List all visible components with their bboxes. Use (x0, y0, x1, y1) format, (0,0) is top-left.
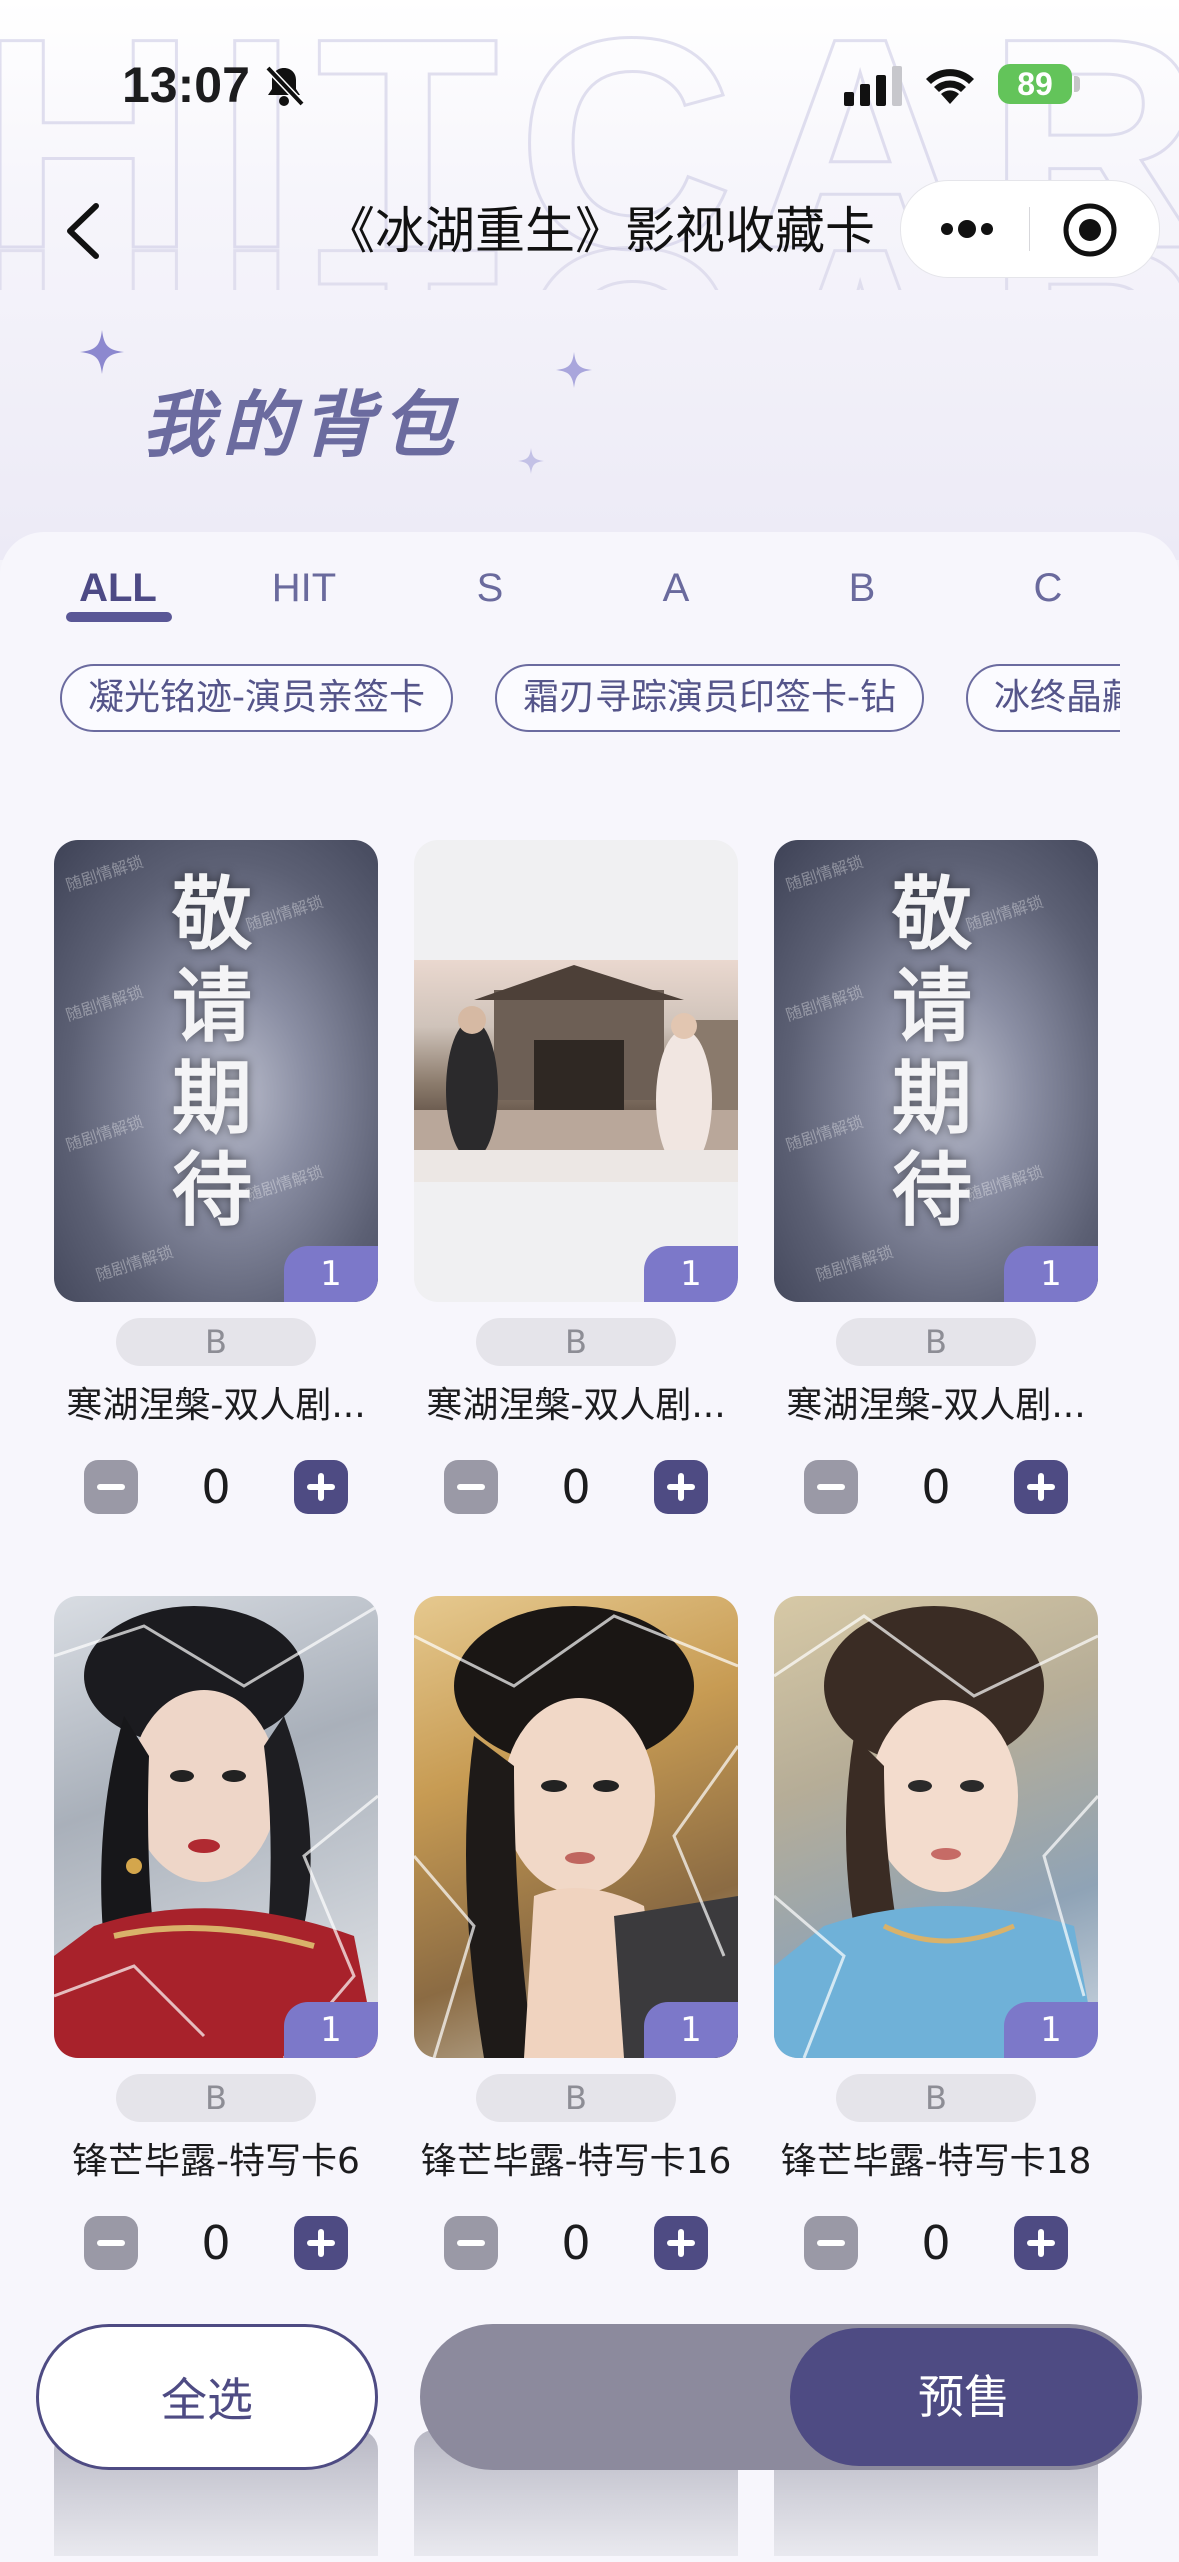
increase-button[interactable] (294, 2216, 348, 2270)
increase-button[interactable] (1014, 2216, 1068, 2270)
sparkle-icon (518, 448, 544, 474)
quantity-badge: 1 (644, 1246, 738, 1302)
tab-c[interactable]: C (978, 556, 1118, 620)
card-image-portrait[interactable]: 1 (414, 1596, 738, 2058)
mute-bell-icon (265, 65, 305, 107)
grade-badge: B (476, 1318, 676, 1366)
chip-series[interactable]: 冰终晶藏 (966, 664, 1120, 732)
page-title: 《冰湖重生》影视收藏卡 (325, 202, 875, 260)
tab-a[interactable]: A (606, 556, 746, 620)
poster-text: 敬请期待 (172, 867, 252, 1237)
battery-cap (1074, 76, 1080, 92)
presale-button[interactable]: 预售 (790, 2328, 1138, 2466)
close-target-icon[interactable] (1061, 201, 1119, 259)
back-arrow-icon[interactable] (60, 196, 110, 266)
card-name: 寒湖涅槃-双人剧... (66, 1385, 366, 1426)
chip-series[interactable]: 凝光铭迹-演员亲签卡 (60, 664, 453, 732)
select-all-button[interactable]: 全选 (36, 2324, 378, 2470)
battery-icon: 89 (998, 64, 1072, 104)
selected-count: 0 (561, 2216, 591, 2270)
decrease-button[interactable] (444, 2216, 498, 2270)
tab-s[interactable]: S (420, 556, 560, 620)
status-bar: 13:07 89 (0, 0, 1179, 170)
decrease-button[interactable] (804, 1460, 858, 1514)
selected-count: 0 (201, 1460, 231, 1514)
wifi-icon (926, 69, 974, 104)
decrease-button[interactable] (444, 1460, 498, 1514)
grade-badge: B (476, 2074, 676, 2122)
poster-text: 敬请期待 (892, 867, 972, 1237)
card-image-portrait[interactable]: 1 (774, 1596, 1098, 2058)
tab-b[interactable]: B (792, 556, 932, 620)
decrease-button[interactable] (84, 2216, 138, 2270)
grade-badge: B (836, 1318, 1036, 1366)
card-image-portrait[interactable]: 1 (54, 1596, 378, 2058)
backpack-title: 我的背包 (142, 383, 463, 467)
quantity-badge: 1 (644, 2002, 738, 2058)
card-name: 锋芒毕露-特写卡18 (780, 2141, 1092, 2182)
card-name: 锋芒毕露-特写卡16 (420, 2141, 732, 2182)
grade-badge: B (116, 1318, 316, 1366)
miniprogram-capsule (900, 180, 1160, 278)
decrease-button[interactable] (804, 2216, 858, 2270)
card-image-coming-soon[interactable]: 随剧情解锁 随剧情解锁 随剧情解锁 随剧情解锁 随剧情解锁 随剧情解锁 敬请期待… (54, 840, 378, 1302)
scene-image (414, 960, 738, 1182)
capsule-divider (1029, 207, 1030, 251)
grade-badge: B (836, 2074, 1036, 2122)
card-name: 寒湖涅槃-双人剧... (426, 1385, 726, 1426)
increase-button[interactable] (654, 1460, 708, 1514)
series-filter-chips: 凝光铭迹-演员亲签卡霜刃寻踪演员印签卡-钻冰终晶藏 (60, 664, 1120, 736)
decrease-button[interactable] (84, 1460, 138, 1514)
increase-button[interactable] (294, 1460, 348, 1514)
selected-count: 0 (561, 1460, 591, 1514)
quantity-badge: 1 (284, 2002, 378, 2058)
sparkle-icon (80, 330, 124, 374)
quantity-badge: 1 (1004, 1246, 1098, 1302)
grade-badge: B (116, 2074, 316, 2122)
selected-count: 0 (201, 2216, 231, 2270)
selected-count: 0 (921, 1460, 951, 1514)
status-time: 13:07 (122, 57, 250, 113)
selected-count: 0 (921, 2216, 951, 2270)
grade-tabs: ALL HIT S A B C (0, 556, 1179, 636)
quantity-badge: 1 (1004, 2002, 1098, 2058)
quantity-badge: 1 (284, 1246, 378, 1302)
card-name: 锋芒毕露-特写卡6 (72, 2141, 360, 2182)
tab-all[interactable]: ALL (48, 556, 188, 620)
more-icon[interactable] (931, 203, 1001, 255)
chip-series[interactable]: 霜刃寻踪演员印签卡-钻 (495, 664, 924, 732)
card-image-scene[interactable]: 1 (414, 840, 738, 1302)
card-image-coming-soon[interactable]: 随剧情解锁 随剧情解锁 随剧情解锁 随剧情解锁 随剧情解锁 随剧情解锁 敬请期待… (774, 840, 1098, 1302)
tab-hit[interactable]: HIT (234, 556, 374, 620)
increase-button[interactable] (654, 2216, 708, 2270)
cellular-signal-icon (844, 66, 902, 106)
sparkle-icon (556, 352, 592, 388)
increase-button[interactable] (1014, 1460, 1068, 1514)
card-name: 寒湖涅槃-双人剧... (786, 1385, 1086, 1426)
active-tab-indicator (66, 612, 172, 622)
